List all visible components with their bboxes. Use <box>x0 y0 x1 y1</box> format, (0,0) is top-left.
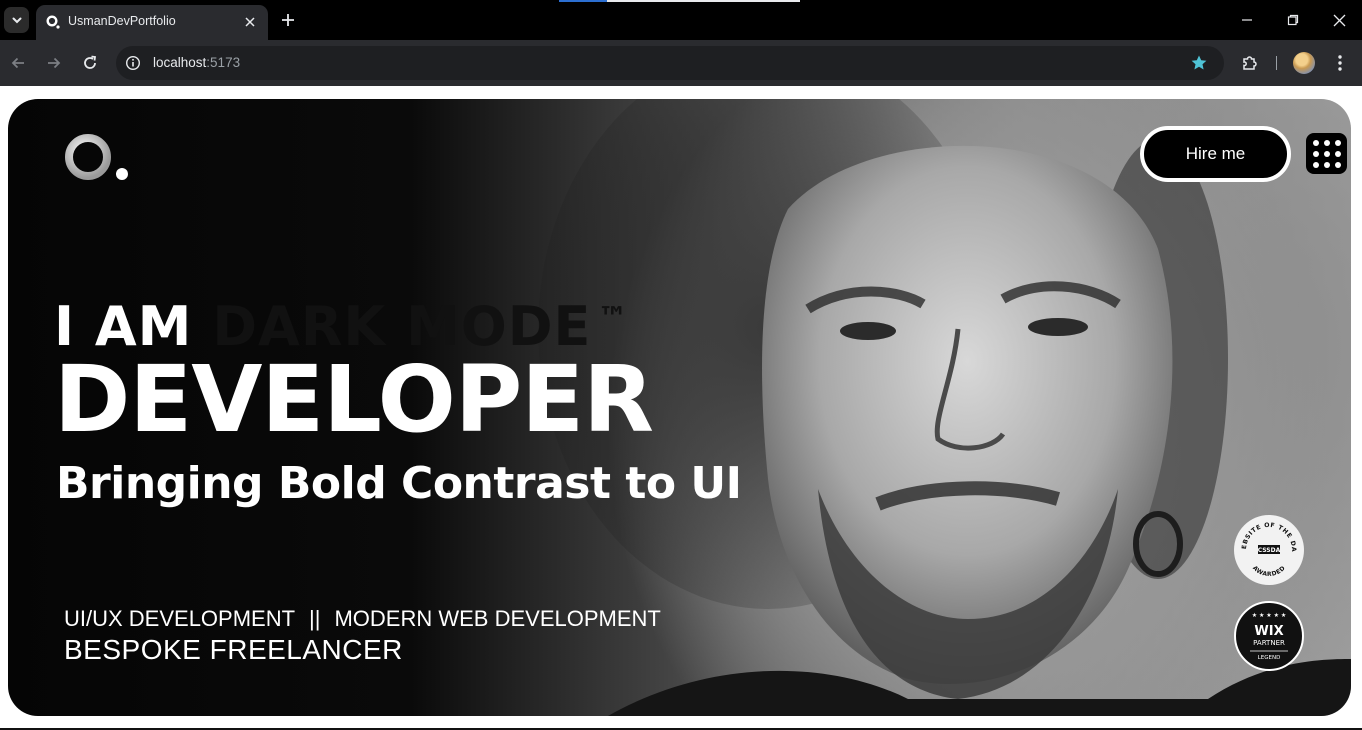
bookmark-button[interactable] <box>1188 52 1210 74</box>
grid-dots-icon[interactable] <box>1306 133 1347 174</box>
trademark-mark: ™ <box>597 301 629 336</box>
reload-button[interactable] <box>78 51 102 75</box>
url-port: :5173 <box>206 55 241 70</box>
cssda-award-badge[interactable]: WEBSITE OF THE DAY CSSDA AWARDED <box>1234 515 1304 585</box>
browser-menu-button[interactable] <box>1328 51 1352 75</box>
loading-bar <box>559 0 800 2</box>
tab-close-button[interactable] <box>240 12 260 32</box>
tab-list-button[interactable] <box>4 7 29 33</box>
svg-text:★ ★ ★ ★ ★: ★ ★ ★ ★ ★ <box>1252 612 1287 619</box>
cssda-badge-graphic: WEBSITE OF THE DAY CSSDA AWARDED <box>1234 515 1296 578</box>
cssda-center-text: CSSDA <box>1258 547 1281 554</box>
cssda-bottom-text: AWARDED <box>1251 565 1286 578</box>
minimize-icon <box>1242 19 1252 21</box>
close-icon <box>1333 14 1345 26</box>
browser-toolbar: localhost:5173 <box>0 40 1362 86</box>
tab-bar: UsmanDevPortfolio <box>0 0 1362 40</box>
back-button[interactable] <box>6 51 30 75</box>
wix-title: WIX <box>1254 624 1283 639</box>
site-logo <box>65 134 128 180</box>
active-tab[interactable]: UsmanDevPortfolio <box>36 5 268 40</box>
restore-icon <box>1287 14 1299 26</box>
wix-subtitle: PARTNER <box>1253 639 1285 647</box>
service-divider: || <box>309 606 321 631</box>
kebab-icon <box>1338 55 1342 71</box>
star-icon <box>1191 55 1207 70</box>
restore-button[interactable] <box>1279 6 1307 34</box>
plus-icon <box>282 14 294 26</box>
close-icon <box>245 17 255 27</box>
wix-footer: LEGEND <box>1258 655 1281 661</box>
address-bar[interactable]: localhost:5173 <box>116 46 1224 80</box>
close-window-button[interactable] <box>1325 6 1353 34</box>
service-uiux: UI/UX DEVELOPMENT <box>64 606 296 631</box>
svg-text:AWARDED: AWARDED <box>1251 565 1287 578</box>
url-host: localhost <box>153 55 207 70</box>
url-text: localhost:5173 <box>153 55 240 70</box>
hire-me-button[interactable]: Hire me <box>1140 126 1291 182</box>
info-icon <box>125 55 141 71</box>
headline-tagline: Bringing Bold Contrast to UI <box>56 458 742 509</box>
arrow-right-icon <box>48 57 61 69</box>
role-title: BESPOKE FREELANCER <box>64 634 403 665</box>
page-viewport: Hire me I AM DARK MODE ™ DEVELOPER Bringi… <box>0 86 1362 730</box>
hero-section: Hire me I AM DARK MODE ™ DEVELOPER Bringi… <box>8 99 1351 716</box>
toolbar-separator <box>1276 56 1277 70</box>
wix-badge-graphic: ★ ★ ★ ★ ★ WIX PARTNER LEGEND <box>1250 612 1288 661</box>
avatar[interactable] <box>1293 52 1315 74</box>
chevron-down-icon <box>12 17 21 24</box>
reload-icon <box>84 55 97 69</box>
minimize-button[interactable] <box>1233 6 1261 34</box>
service-web: MODERN WEB DEVELOPMENT <box>334 606 661 631</box>
site-favicon-icon <box>46 15 60 29</box>
wix-partner-badge[interactable]: ★ ★ ★ ★ ★ WIX PARTNER LEGEND <box>1234 601 1304 671</box>
puzzle-icon <box>1243 56 1257 70</box>
services-line: UI/UX DEVELOPMENT || MODERN WEB DEVELOPMEN… <box>64 606 661 632</box>
arrow-left-icon <box>11 57 24 69</box>
extensions-button[interactable] <box>1238 51 1262 75</box>
headline-developer: DEVELOPER <box>54 346 654 453</box>
new-tab-button[interactable] <box>276 8 300 32</box>
tab-title: UsmanDevPortfolio <box>68 14 176 28</box>
forward-button[interactable] <box>42 51 66 75</box>
site-info-button[interactable] <box>123 53 143 73</box>
